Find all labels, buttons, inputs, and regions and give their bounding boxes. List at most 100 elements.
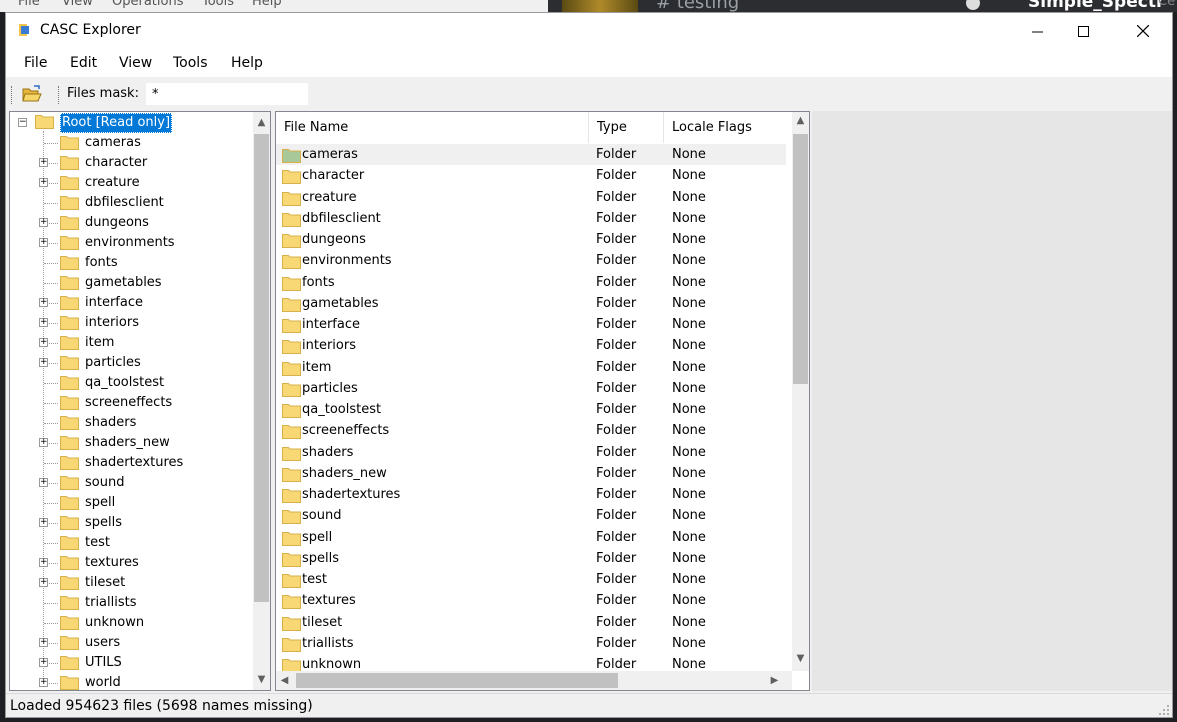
- open-button[interactable]: [20, 83, 44, 105]
- table-row[interactable]: spell Folder None: [276, 527, 786, 548]
- tree-node[interactable]: + creature: [10, 173, 250, 193]
- expand-plus-icon[interactable]: +: [39, 638, 48, 647]
- table-row[interactable]: shaders Folder None: [276, 442, 786, 463]
- table-row[interactable]: gametables Folder None: [276, 293, 786, 314]
- table-row[interactable]: environments Folder None: [276, 250, 786, 271]
- expand-plus-icon[interactable]: +: [39, 658, 48, 667]
- table-row[interactable]: particles Folder None: [276, 378, 786, 399]
- tree-node[interactable]: + UTILS: [10, 653, 250, 673]
- expand-plus-icon[interactable]: +: [39, 158, 48, 167]
- tree-node[interactable]: + world: [10, 673, 250, 690]
- tree-node[interactable]: + spells: [10, 513, 250, 533]
- expand-plus-icon[interactable]: +: [39, 338, 48, 347]
- tree-node[interactable]: shadertextures: [10, 453, 250, 473]
- scroll-up-arrow-icon[interactable]: ▲: [792, 112, 809, 129]
- tree-node[interactable]: + particles: [10, 353, 250, 373]
- table-row[interactable]: item Folder None: [276, 357, 786, 378]
- expand-plus-icon[interactable]: +: [39, 218, 48, 227]
- file-list-hscroll[interactable]: ◀ ▶: [276, 671, 792, 690]
- tree-node[interactable]: triallists: [10, 593, 250, 613]
- tree-node[interactable]: + interiors: [10, 313, 250, 333]
- tree-node[interactable]: + tileset: [10, 573, 250, 593]
- tree-node[interactable]: qa_toolstest: [10, 373, 250, 393]
- table-row[interactable]: tileset Folder None: [276, 612, 786, 633]
- title-bar[interactable]: CASC Explorer: [6, 13, 1172, 49]
- tree-node[interactable]: dbfilesclient: [10, 193, 250, 213]
- tree-scroll-up-arrow-icon[interactable]: ▲: [253, 114, 270, 131]
- table-row[interactable]: shadertextures Folder None: [276, 484, 786, 505]
- tree-node[interactable]: + character: [10, 153, 250, 173]
- toolbar-grip[interactable]: [11, 86, 14, 104]
- expand-plus-icon[interactable]: +: [39, 478, 48, 487]
- table-row[interactable]: shaders_new Folder None: [276, 463, 786, 484]
- column-type[interactable]: Type: [589, 112, 664, 143]
- table-row[interactable]: cameras Folder None: [276, 144, 786, 165]
- table-row[interactable]: qa_toolstest Folder None: [276, 399, 786, 420]
- table-row[interactable]: screeneffects Folder None: [276, 420, 786, 441]
- table-row[interactable]: test Folder None: [276, 569, 786, 590]
- table-row[interactable]: fonts Folder None: [276, 272, 786, 293]
- expand-plus-icon[interactable]: +: [39, 318, 48, 327]
- table-row[interactable]: interiors Folder None: [276, 335, 786, 356]
- expand-plus-icon[interactable]: +: [39, 558, 48, 567]
- folder-tree-vscroll[interactable]: ▲ ▼: [253, 112, 270, 690]
- menu-view[interactable]: View: [119, 55, 152, 71]
- table-row[interactable]: triallists Folder None: [276, 633, 786, 654]
- table-row[interactable]: character Folder None: [276, 165, 786, 186]
- expand-plus-icon[interactable]: +: [39, 678, 48, 687]
- column-locale-flags[interactable]: Locale Flags: [664, 112, 792, 143]
- tree-node[interactable]: + sound: [10, 473, 250, 493]
- minimize-button[interactable]: [1014, 13, 1060, 49]
- table-row[interactable]: creature Folder None: [276, 187, 786, 208]
- tree-node[interactable]: gametables: [10, 273, 250, 293]
- scroll-left-arrow-icon[interactable]: ◀: [276, 671, 293, 690]
- tree-node[interactable]: + textures: [10, 553, 250, 573]
- tree-node[interactable]: test: [10, 533, 250, 553]
- table-row[interactable]: interface Folder None: [276, 314, 786, 335]
- maximize-button[interactable]: [1060, 13, 1106, 49]
- tree-node[interactable]: + shaders_new: [10, 433, 250, 453]
- scroll-down-arrow-icon[interactable]: ▼: [792, 650, 809, 667]
- table-row[interactable]: spells Folder None: [276, 548, 786, 569]
- menu-help[interactable]: Help: [231, 55, 263, 71]
- collapse-root-icon[interactable]: −: [18, 118, 27, 127]
- tree-scroll-down-arrow-icon[interactable]: ▼: [253, 671, 270, 688]
- file-list-hscroll-thumb[interactable]: [296, 673, 618, 688]
- tree-node[interactable]: + dungeons: [10, 213, 250, 233]
- table-row[interactable]: sound Folder None: [276, 505, 786, 526]
- expand-plus-icon[interactable]: +: [39, 238, 48, 247]
- expand-plus-icon[interactable]: +: [39, 438, 48, 447]
- menu-tools[interactable]: Tools: [173, 55, 208, 71]
- tree-node[interactable]: unknown: [10, 613, 250, 633]
- tree-node[interactable]: spell: [10, 493, 250, 513]
- file-list-vscroll-thumb[interactable]: [793, 134, 808, 384]
- expand-plus-icon[interactable]: +: [39, 518, 48, 527]
- tree-node[interactable]: screeneffects: [10, 393, 250, 413]
- resize-grip-icon[interactable]: [1158, 704, 1170, 716]
- tree-root[interactable]: − Root [Read only]: [18, 113, 238, 133]
- column-file-name[interactable]: File Name: [276, 112, 589, 143]
- tree-node[interactable]: + item: [10, 333, 250, 353]
- table-row[interactable]: textures Folder None: [276, 590, 786, 611]
- menu-edit[interactable]: Edit: [70, 55, 97, 71]
- files-mask-input[interactable]: [146, 83, 308, 105]
- expand-plus-icon[interactable]: +: [39, 578, 48, 587]
- folder-tree-vscroll-thumb[interactable]: [254, 134, 269, 602]
- file-list[interactable]: File Name Type Locale Flags cameras Folde…: [275, 111, 810, 691]
- close-button[interactable]: [1120, 13, 1166, 49]
- file-list-vscroll[interactable]: ▲ ▼: [792, 112, 809, 671]
- tree-node[interactable]: + interface: [10, 293, 250, 313]
- tree-node[interactable]: shaders: [10, 413, 250, 433]
- scroll-right-arrow-icon[interactable]: ▶: [766, 671, 783, 690]
- table-row[interactable]: dungeons Folder None: [276, 229, 786, 250]
- tree-node[interactable]: + users: [10, 633, 250, 653]
- table-row[interactable]: dbfilesclient Folder None: [276, 208, 786, 229]
- expand-plus-icon[interactable]: +: [39, 298, 48, 307]
- folder-tree[interactable]: − Root [Read only] cameras + character + creat…: [9, 111, 271, 691]
- expand-plus-icon[interactable]: +: [39, 358, 48, 367]
- expand-plus-icon[interactable]: +: [39, 178, 48, 187]
- menu-file[interactable]: File: [24, 55, 47, 71]
- tree-node[interactable]: cameras: [10, 133, 250, 153]
- tree-node[interactable]: + environments: [10, 233, 250, 253]
- tree-node[interactable]: fonts: [10, 253, 250, 273]
